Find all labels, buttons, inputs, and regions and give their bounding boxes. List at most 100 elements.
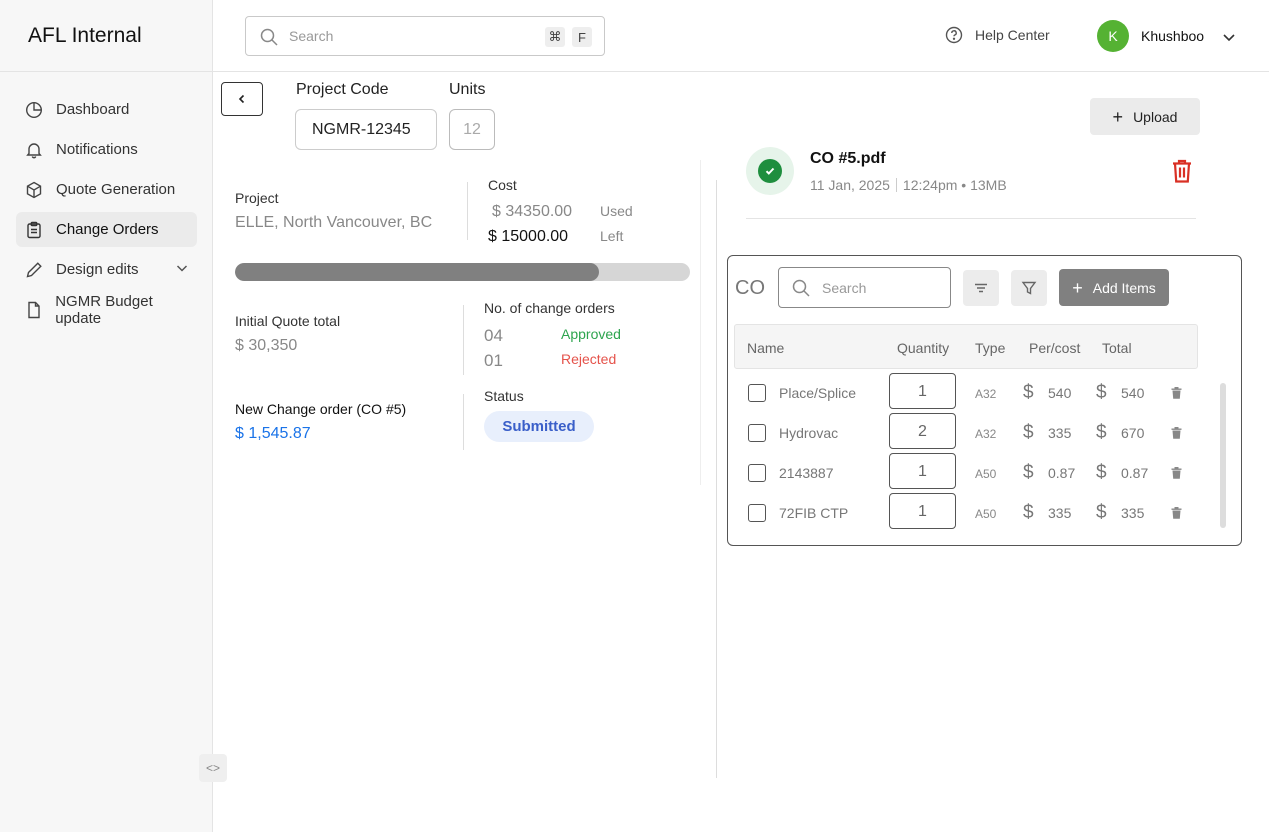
table-header: Name Quantity Type Per/cost Total [734,324,1198,369]
sidebar-item-dashboard[interactable]: Dashboard [16,92,197,127]
search-icon [791,278,811,303]
header-divider [213,71,1269,72]
total-value: 335 [1121,505,1145,521]
row-checkbox[interactable] [748,504,766,522]
cost-label: Cost [488,177,517,193]
sort-lines-icon [973,280,989,296]
sidebar-item-ngmr-budget-update[interactable]: NGMR Budget update [16,292,197,327]
column-header-total: Total [1102,340,1132,356]
row-checkbox[interactable] [748,424,766,442]
dollar-icon: $ [1023,502,1034,523]
sidebar-item-design-edits[interactable]: Design edits [16,252,197,287]
dollar-icon: $ [1023,462,1034,483]
item-name: Hydrovac [779,425,839,441]
upload-button[interactable]: + Upload [1090,98,1200,135]
shortcut-key-command: ⌘ [545,27,565,47]
row-checkbox[interactable] [748,464,766,482]
units-label: Units [449,81,486,98]
total-value: 670 [1121,425,1145,441]
clipboard-icon [24,220,44,240]
sidebar-item-quote-generation[interactable]: Quote Generation [16,172,197,207]
budget-progress-bar [235,263,690,281]
search-icon [259,27,279,52]
items-search-input[interactable]: Search [778,267,951,308]
table-row: 72FIB CTP 1 A50 $ 335 $ 335 [734,493,1214,533]
add-items-label: Add Items [1092,279,1156,296]
sidebar-item-change-orders[interactable]: Change Orders [16,212,197,247]
dollar-icon: $ [1096,382,1107,403]
sidebar-item-label: Notifications [56,141,138,158]
quantity-field[interactable]: 2 [889,413,956,449]
per-cost-value: 335 [1048,425,1072,441]
project-location: ELLE, North Vancouver, BC [235,214,433,231]
chevron-down-icon[interactable] [1221,29,1237,50]
search-placeholder: Search [289,28,334,44]
trash-icon[interactable] [1171,386,1182,404]
help-center-link[interactable]: Help Center [945,26,1050,44]
file-meta: 11 Jan, 2025 12:24pm • 13MB [810,177,1007,193]
trash-icon[interactable] [1171,506,1182,524]
avatar[interactable]: K [1097,20,1129,52]
back-button[interactable] [221,82,263,116]
project-code-field[interactable]: NGMR-12345 [295,109,437,150]
column-header-type: Type [975,340,1006,356]
divider [895,178,897,192]
add-items-button[interactable]: + Add Items [1059,269,1169,306]
sort-button[interactable] [963,270,999,306]
quantity-field[interactable]: 1 [889,493,956,529]
cost-left-value: $ 15000.00 [488,228,569,245]
per-cost-value: 540 [1048,385,1072,401]
cost-used-value: $ 34350.00 [492,203,573,220]
item-type: A50 [975,507,997,521]
sidebar-item-notifications[interactable]: Notifications [16,132,197,167]
filter-button[interactable] [1011,270,1047,306]
item-type: A32 [975,427,997,441]
change-orders-count-label: No. of change orders [484,300,615,316]
table-row: Place/Splice 1 A32 $ 540 $ 540 [734,373,1214,413]
pencil-icon [24,260,44,280]
new-change-order-value: $ 1,545.87 [235,425,311,442]
units-field[interactable]: 12 [449,109,495,150]
sidebar-item-label: Quote Generation [56,181,176,198]
user-name[interactable]: Khushboo [1141,28,1204,44]
approved-count: 04 [484,326,503,345]
quantity-field[interactable]: 1 [889,373,956,409]
item-name: 72FIB CTP [779,505,849,521]
pane-divider [716,180,717,778]
per-cost-value: 335 [1048,505,1072,521]
item-type: A50 [975,467,997,481]
divider [700,160,701,485]
chevron-left-icon [236,93,248,105]
initial-quote-value: $ 30,350 [235,337,298,354]
chevron-down-icon[interactable] [175,261,189,279]
table-scrollbar[interactable] [1220,383,1226,528]
trash-icon[interactable] [1171,426,1182,444]
column-header-name: Name [747,340,785,356]
search-placeholder: Search [822,280,867,296]
plus-icon: + [1072,277,1083,298]
collapse-sidebar-handle[interactable]: <> [199,754,227,782]
pie-chart-icon [24,100,44,120]
filter-icon [1021,280,1037,296]
trash-icon[interactable] [1171,466,1182,484]
total-value: 540 [1121,385,1145,401]
trash-icon[interactable] [1170,158,1194,189]
per-cost-value: 0.87 [1048,465,1076,481]
cost-left-label: Left [600,228,624,244]
new-change-order-label: New Change order (CO #5) [235,401,407,417]
item-name: Place/Splice [779,385,857,401]
upload-success-icon [746,147,794,195]
app-title: AFL Internal [28,24,142,47]
item-type: A32 [975,387,997,401]
global-search-input[interactable]: Search ⌘ F [245,16,605,56]
sidebar: AFL Internal Dashboard Notifications Quo… [0,0,227,832]
dollar-icon: $ [1096,502,1107,523]
project-label: Project [235,190,279,206]
quantity-field[interactable]: 1 [889,453,956,489]
table-row: Hydrovac 2 A32 $ 335 $ 670 [734,413,1214,453]
shortcut-key-f: F [572,27,592,47]
help-circle-icon [945,26,963,44]
sidebar-item-label: Design edits [56,261,139,278]
row-checkbox[interactable] [748,384,766,402]
document-icon [24,300,43,320]
